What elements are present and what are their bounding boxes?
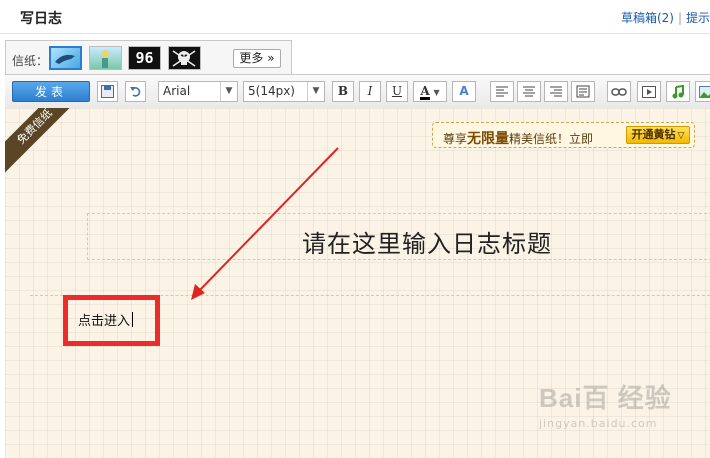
underline-button[interactable]: U — [386, 81, 408, 102]
paragraph-button[interactable] — [571, 81, 595, 102]
dolphin-icon — [55, 54, 75, 64]
align-left-button[interactable] — [490, 81, 514, 102]
more-stationery-button[interactable]: 更多 » — [233, 49, 281, 68]
chevron-down-icon: ▼ — [433, 88, 440, 97]
tip-link[interactable]: 提示 — [686, 11, 710, 25]
font-size-select[interactable]: 5(14px) ▼ — [243, 81, 325, 102]
align-right-button[interactable] — [544, 81, 568, 102]
video-icon — [642, 86, 656, 98]
font-size-value: 5(14px) — [248, 84, 295, 98]
italic-button[interactable]: I — [359, 81, 381, 102]
drafts-link[interactable]: 草稿箱(2) — [621, 11, 674, 25]
figure-icon — [101, 50, 109, 68]
insert-music-button[interactable] — [666, 81, 690, 102]
insert-link-button[interactable] — [607, 81, 631, 102]
insert-video-button[interactable] — [637, 81, 661, 102]
stationery-thumb-1[interactable] — [49, 46, 82, 70]
align-right-icon — [550, 86, 562, 97]
page-header: 写日志 草稿箱(2) | 提示 — [0, 0, 710, 34]
stationery-thumb-4[interactable] — [168, 46, 201, 70]
watermark-brand: Bai百 经验 — [539, 383, 672, 413]
stationery-thumb-2[interactable] — [89, 46, 122, 70]
watermark-url: jingyan.baidu.com — [539, 417, 658, 430]
page-title: 写日志 — [20, 11, 62, 27]
editor-canvas[interactable]: 免费信纸 尊享无限量精美信纸！立即 开通黄钻 ▽ 请在这里输入日志标题 点击进入 … — [5, 108, 710, 458]
header-separator: | — [677, 11, 682, 25]
skull-icon — [172, 50, 196, 67]
music-note-icon — [672, 84, 684, 99]
align-left-icon — [496, 86, 508, 97]
stationery-thumb-3[interactable]: 96 — [128, 46, 161, 70]
save-button[interactable] — [97, 81, 118, 102]
image-icon — [698, 86, 710, 98]
paragraph-icon — [576, 85, 590, 98]
baidu-watermark: Bai百 经验 jingyan.baidu.com — [539, 378, 699, 438]
bold-button[interactable]: B — [332, 81, 354, 102]
undo-icon — [130, 87, 141, 97]
header-links: 草稿箱(2) | 提示 — [621, 9, 710, 26]
insert-image-button[interactable] — [695, 81, 710, 102]
font-family-value: Arial — [163, 84, 191, 98]
link-icon — [611, 88, 627, 96]
chevron-down-icon: ▼ — [307, 82, 324, 101]
undo-button[interactable] — [125, 81, 146, 102]
font-color-button[interactable]: A ▼ — [413, 81, 447, 102]
floppy-disk-icon — [101, 85, 114, 98]
stationery-label: 信纸： — [12, 54, 49, 68]
font-family-select[interactable]: Arial ▼ — [158, 81, 238, 102]
chevron-down-icon: ▼ — [220, 82, 237, 101]
text-effect-button[interactable]: A — [452, 81, 476, 102]
stationery-bar: 信纸： 96 更多 » — [5, 40, 292, 74]
align-center-button[interactable] — [517, 81, 541, 102]
align-center-icon — [523, 86, 535, 97]
editor-toolbar: 发表 Arial ▼ 5(14px) ▼ B I U A ▼ A — [5, 74, 710, 109]
font-color-icon: A — [420, 84, 430, 100]
publish-button[interactable]: 发表 — [12, 81, 90, 102]
